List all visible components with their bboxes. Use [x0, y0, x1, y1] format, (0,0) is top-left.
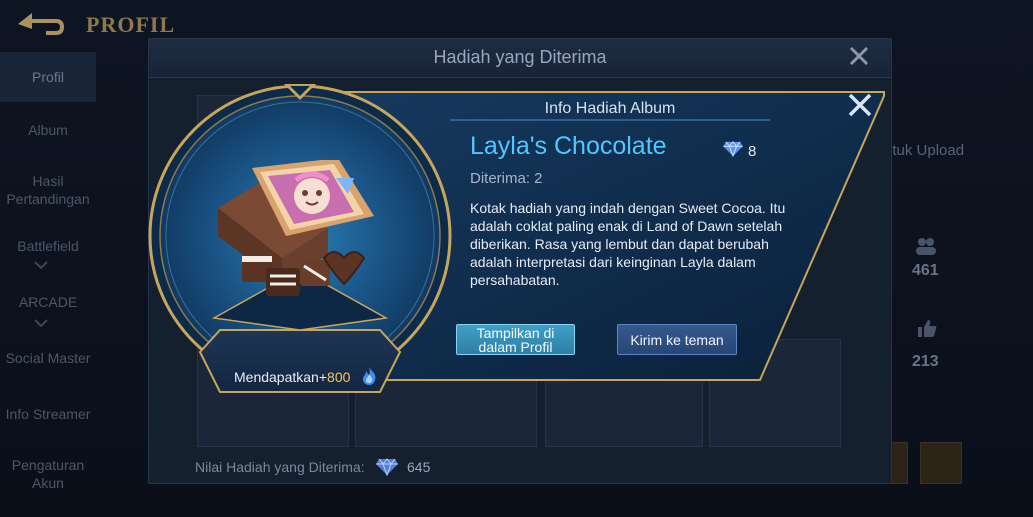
item-description: Kotak hadiah yang indah dengan Sweet Coc…: [470, 200, 786, 288]
chocolate-box-icon: [208, 158, 388, 315]
received-count: Diterima: 2: [470, 170, 543, 187]
send-to-friend-button[interactable]: Kirim ke teman: [617, 324, 737, 355]
show-in-profile-button[interactable]: Tampilkan di dalam Profil: [456, 324, 575, 355]
close-icon[interactable]: [842, 90, 878, 124]
item-name: Layla's Chocolate: [470, 132, 667, 160]
flame-icon: [360, 366, 378, 391]
earn-popularity-label: Mendapatkan+800: [234, 369, 350, 385]
gem-price: 8: [748, 143, 757, 160]
earn-prefix: Mendapatkan+: [234, 369, 328, 385]
earn-value: 800: [327, 369, 351, 385]
info-card-title: Info Hadiah Album: [544, 100, 676, 117]
diamond-icon: [722, 141, 744, 162]
